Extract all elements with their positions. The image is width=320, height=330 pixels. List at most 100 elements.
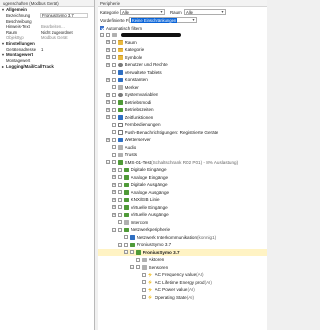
expand-toggle-icon[interactable]: + [106,47,110,52]
property-value[interactable]: 1 [40,47,94,53]
tree-item[interactable]: + Symbole [98,54,267,62]
tree-item[interactable]: AC Frequency value (AI) [98,271,267,279]
tree-item-checkbox[interactable] [112,137,116,142]
tree-item-checkbox[interactable] [124,235,128,240]
expand-toggle-icon[interactable]: + [106,100,110,105]
tree-item-checkbox[interactable] [142,295,146,300]
expand-toggle-icon[interactable]: + [112,212,116,217]
tree-item-checkbox[interactable] [106,32,110,37]
tree-item-checkbox[interactable] [112,47,116,52]
tree-item-checkbox[interactable] [118,167,122,172]
tree-item-checkbox[interactable] [118,205,122,210]
tree-item[interactable]: Aktoren [98,256,267,264]
tree-item[interactable]: + Digitale Eingänge [98,166,267,174]
tree-item-checkbox[interactable] [112,100,116,105]
tree-item[interactable]: + Systemvariablen [98,91,267,99]
tree-item[interactable]: Intercom [98,219,267,227]
tree-item-checkbox[interactable] [118,212,122,217]
collapse-toggle-icon[interactable]: - [106,160,110,165]
kategorie-select[interactable]: Alle ▼ [120,9,165,15]
tree-item[interactable]: Netzwerk Interkommunikation (konnig1) [98,234,267,242]
tree-item-checkbox[interactable] [112,92,116,97]
tree-item[interactable]: + KNX/EIB Linie [98,196,267,204]
tree-item[interactable]: - FroniusSymo 3.7 [98,248,267,256]
tree-item[interactable]: - FroniusSymo 3.7 [98,241,267,249]
tree-item[interactable]: + Virtuelle Eingänge [98,204,267,212]
tree-item[interactable]: + Zeitfunktionen [98,114,267,122]
tree-item-checkbox[interactable] [112,115,116,120]
expand-toggle-icon[interactable]: + [112,167,116,172]
tree-item[interactable]: AC Power value (AI) [98,286,267,294]
tree-item-checkbox[interactable] [112,130,116,135]
tree-item-checkbox[interactable] [112,85,116,90]
tree-item[interactable]: Fernbedienungen [98,121,267,129]
tree-item[interactable]: Merker [98,84,267,92]
tree-item-checkbox[interactable] [118,182,122,187]
expand-toggle-icon[interactable]: + [112,182,116,187]
tree-item-checkbox[interactable] [112,145,116,150]
tree-item-checkbox[interactable] [112,62,116,67]
tree-item[interactable]: + Virtuelle Ausgänge [98,211,267,219]
collapse-toggle-icon[interactable]: - [112,227,116,232]
tree-item-checkbox[interactable] [130,250,134,255]
tree-item-checkbox[interactable] [112,77,116,82]
expand-toggle-icon[interactable]: + [112,197,116,202]
tree-item-checkbox[interactable] [118,190,122,195]
tree-item[interactable]: + Analoge Eingänge [98,174,267,182]
tree-item-checkbox[interactable] [112,160,116,165]
expand-toggle-icon[interactable]: + [106,107,110,112]
property-value[interactable]: Modbus Gerät [40,35,94,41]
tree-item[interactable]: + Betriebszeiten [98,106,267,114]
tree-item[interactable]: + Betriebsmodi [98,99,267,107]
tree-item[interactable]: + Digitale Ausgänge [98,181,267,189]
tree-item-checkbox[interactable] [118,220,122,225]
tree-item[interactable]: AC Lifetime Energy prod (AI) [98,279,267,287]
expand-toggle-icon[interactable]: + [106,62,110,67]
tree-item[interactable]: - SMS-01-Test (Schaltschrank R02 P01) - 8… [98,159,267,167]
tree-item[interactable]: - [98,31,267,39]
tree-item[interactable]: Push-Benachrichtigungen: Registrierte Ge… [98,129,267,137]
tree-item[interactable]: + Benutzer und Rechte [98,61,267,69]
tree-item-checkbox[interactable] [112,55,116,60]
collapse-toggle-icon[interactable]: - [100,32,104,37]
tree-item[interactable]: Operating State (AI) [98,294,267,302]
tree-item-checkbox[interactable] [118,175,122,180]
expand-toggle-icon[interactable]: + [112,190,116,195]
tree-item[interactable]: + Raum [98,39,267,47]
property-value[interactable]: FroniusSymo 3.7 [40,13,88,19]
tree-item-checkbox[interactable] [124,242,128,247]
tree-item-checkbox[interactable] [136,265,140,270]
expand-toggle-icon[interactable]: + [106,137,110,142]
tree-item[interactable]: Audio [98,144,267,152]
expand-toggle-icon[interactable]: + [112,175,116,180]
expand-toggle-icon[interactable]: + [106,77,110,82]
tree-item-checkbox[interactable] [142,272,146,277]
expand-toggle-icon[interactable]: + [112,205,116,210]
expand-toggle-icon[interactable]: + [106,92,110,97]
tree-item-checkbox[interactable] [118,197,122,202]
tree-item-checkbox[interactable] [112,152,116,157]
tree-item[interactable]: Verwaltete Tablets [98,69,267,77]
tree-item-checkbox[interactable] [136,257,140,262]
tree-item-checkbox[interactable] [118,227,122,232]
tree-item[interactable]: + Analoge Ausgänge [98,189,267,197]
tree-item-checkbox[interactable] [112,122,116,127]
tree-item-checkbox[interactable] [112,40,116,45]
raum-select[interactable]: Alle ▼ [184,9,226,15]
tree-item[interactable]: + Kategorie [98,46,267,54]
expand-toggle-icon[interactable]: + [106,55,110,60]
vordef-select[interactable]: Keine Einschränkungen ▼ [129,17,197,23]
tree-item-checkbox[interactable] [142,287,146,292]
collapse-toggle-icon[interactable]: - [124,250,128,255]
tree-item[interactable]: + Wetterserver [98,136,267,144]
collapse-toggle-icon[interactable]: - [130,265,134,270]
tree-item-checkbox[interactable] [112,70,116,75]
tree-item[interactable]: + Konstanten [98,76,267,84]
tree-item[interactable]: Trusts [98,151,267,159]
tree-item-checkbox[interactable] [112,107,116,112]
tree-item[interactable]: - Sensoren [98,264,267,272]
auto-filter-checkbox[interactable] [100,26,104,30]
expand-toggle-icon[interactable]: + [106,115,110,120]
expand-toggle-icon[interactable]: + [106,40,110,45]
tree-item-checkbox[interactable] [142,280,146,285]
